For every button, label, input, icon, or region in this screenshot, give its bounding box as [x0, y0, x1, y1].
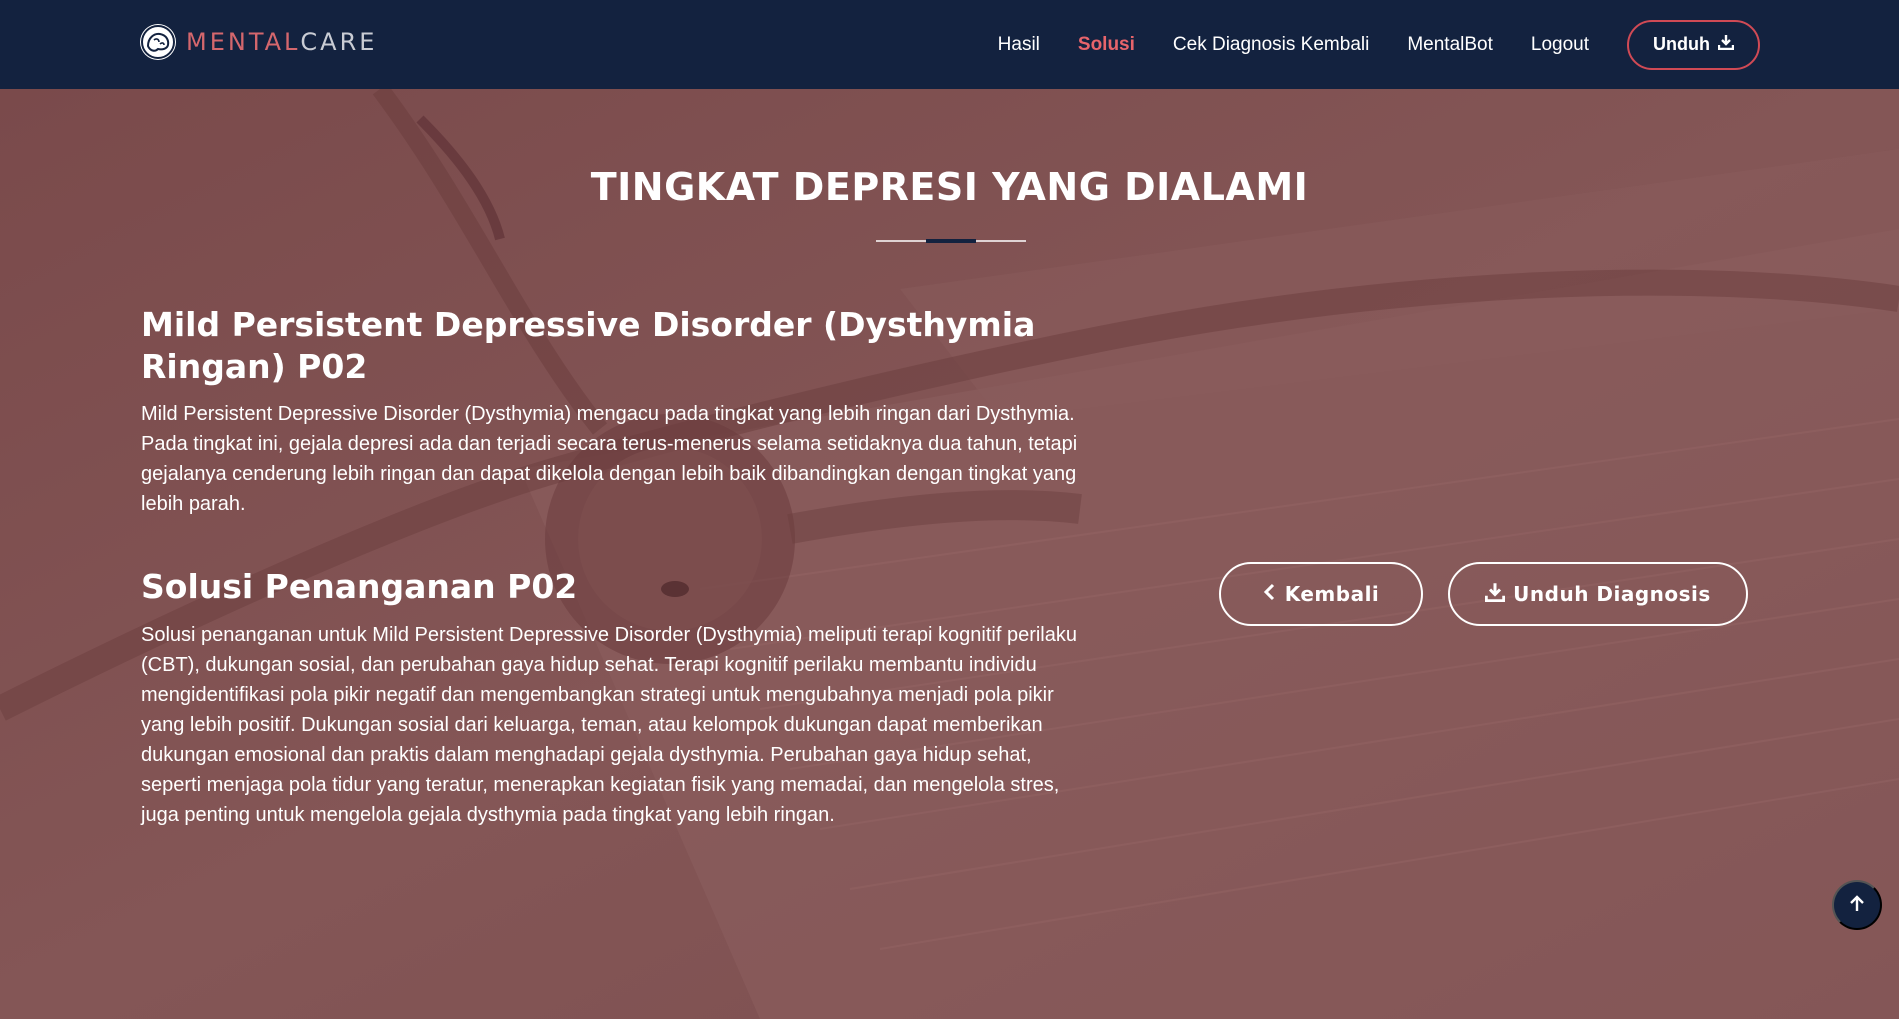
- main-nav: Hasil Solusi Cek Diagnosis Kembali Menta…: [998, 0, 1760, 89]
- background-image: [0, 89, 1899, 1019]
- unduh-diagnosis-button[interactable]: Unduh Diagnosis: [1448, 562, 1748, 626]
- solution-description: Solusi penanganan untuk Mild Persistent …: [141, 624, 1077, 826]
- nav-logout[interactable]: Logout: [1531, 34, 1589, 56]
- solution-title: Solusi Penanganan P02: [141, 567, 578, 606]
- nav-mentalbot[interactable]: MentalBot: [1407, 34, 1493, 56]
- nav-cek-diagnosis-kembali[interactable]: Cek Diagnosis Kembali: [1173, 34, 1369, 56]
- chevron-left-icon: [1263, 582, 1277, 606]
- kembali-button[interactable]: Kembali: [1219, 562, 1423, 626]
- nav-hasil[interactable]: Hasil: [998, 34, 1040, 56]
- diagnosis-title: Mild Persistent Depressive Disorder (Dys…: [141, 305, 1036, 386]
- brand-logo[interactable]: MENTALCARE: [140, 22, 377, 62]
- diagnosis-description: Mild Persistent Depressive Disorder (Dys…: [141, 403, 1078, 515]
- brain-icon: [140, 24, 176, 60]
- nav-solusi[interactable]: Solusi: [1078, 34, 1135, 56]
- brand-name: MENTALCARE: [186, 28, 378, 56]
- title-divider-accent: [926, 239, 976, 243]
- arrow-up-icon: [1848, 894, 1866, 916]
- unduh-label: Unduh: [1653, 34, 1710, 54]
- unduh-button[interactable]: Unduh: [1627, 19, 1760, 70]
- unduh-diagnosis-label: Unduh Diagnosis: [1513, 582, 1711, 606]
- page-title: TINGKAT DEPRESI YANG DIALAMI: [590, 165, 1309, 209]
- download-icon: [1484, 582, 1506, 607]
- back-to-top-button[interactable]: [1832, 880, 1882, 930]
- kembali-label: Kembali: [1284, 582, 1380, 606]
- download-icon: [1717, 34, 1735, 55]
- navbar: MENTALCARE Hasil Solusi Cek Diagnosis Ke…: [0, 0, 1899, 89]
